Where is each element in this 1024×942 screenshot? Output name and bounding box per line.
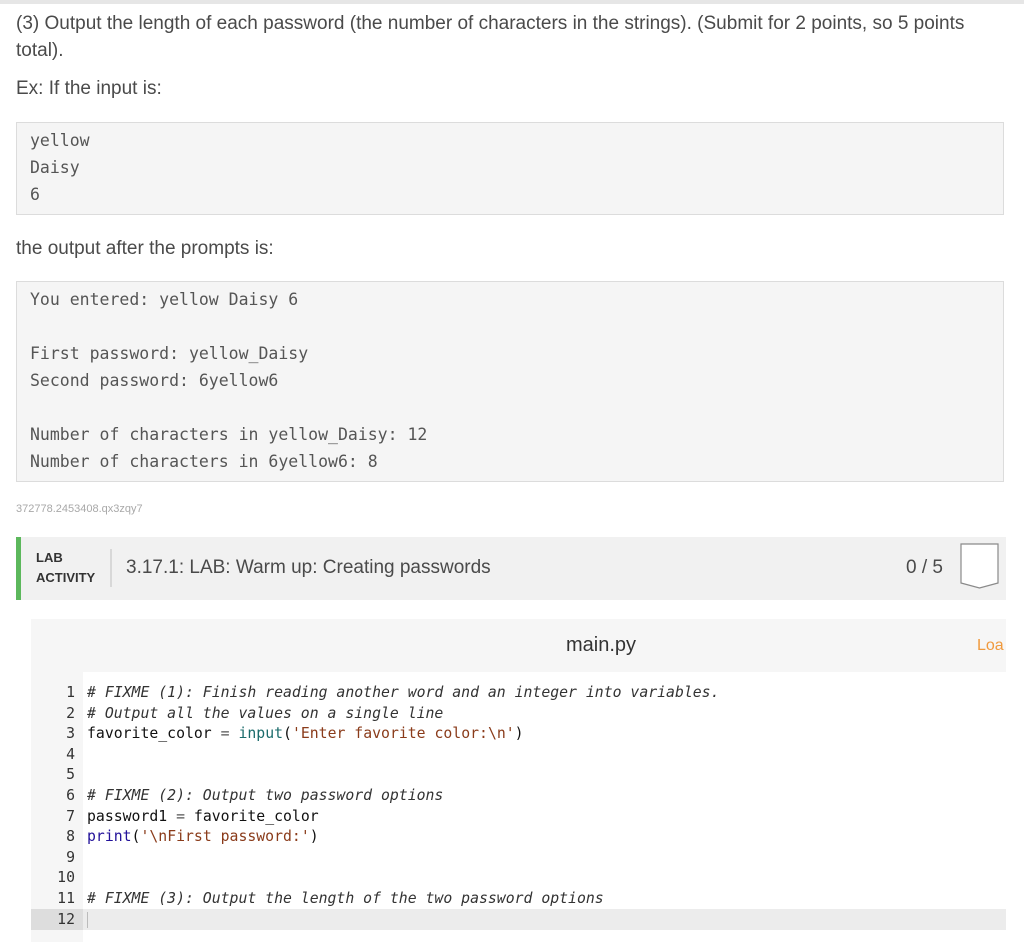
output-line: Number of characters in yellow_Daisy: 12 — [30, 425, 428, 444]
line-number: 9 — [66, 848, 75, 866]
code-line[interactable]: 7 password1 = favorite_color — [31, 806, 1006, 827]
example-output-box: You entered: yellow Daisy 6 First passwo… — [16, 281, 1004, 482]
lab-title: 3.17.1: LAB: Warm up: Creating passwords — [126, 557, 491, 578]
line-number: 3 — [66, 725, 75, 743]
line-number: 2 — [66, 704, 75, 722]
code-editor: main.py Loa 1 # FIXME (1): Finish reading… — [31, 619, 1006, 942]
top-divider — [0, 0, 1024, 4]
code-line[interactable]: 8 print('\nFirst password:') — [31, 826, 1006, 847]
text-cursor — [87, 911, 88, 928]
output-line: First password: yellow_Daisy — [30, 344, 309, 363]
code-line[interactable]: 4 — [31, 744, 1006, 765]
code-line[interactable]: 11 # FIXME (3): Output the length of the … — [31, 888, 1006, 909]
reference-id: 372778.2453408.qx3zqy7 — [16, 503, 143, 515]
example-label: Ex: If the input is: — [16, 78, 162, 99]
load-default-link[interactable]: Loa — [977, 637, 1004, 655]
code-text[interactable]: # FIXME (2): Output two password options — [87, 785, 443, 806]
output-line: You entered: yellow Daisy 6 — [30, 290, 299, 309]
line-number: 10 — [57, 869, 75, 887]
input-line: yellow — [30, 131, 90, 150]
line-number: 11 — [57, 890, 75, 907]
file-tab-main[interactable]: main.py — [566, 634, 636, 657]
code-line[interactable]: 2 # Output all the values on a single lin… — [31, 703, 1006, 724]
code-text[interactable]: # FIXME (1): Finish reading another word… — [87, 682, 720, 703]
completion-badge-icon — [960, 543, 999, 589]
line-number: 6 — [66, 787, 75, 804]
code-line[interactable]: 3 favorite_color = input('Enter favorite … — [31, 723, 1006, 744]
line-number: 12 — [31, 908, 83, 930]
output-line: Second password: 6yellow6 — [30, 371, 279, 390]
line-number: 7 — [66, 807, 75, 825]
code-text[interactable]: password1 = favorite_color — [87, 806, 319, 827]
header-separator — [110, 549, 112, 587]
code-line[interactable]: 1 # FIXME (1): Finish reading another wor… — [31, 682, 1006, 703]
code-text[interactable]: # FIXME (3): Output the length of the tw… — [87, 888, 604, 909]
line-number: 5 — [66, 766, 75, 784]
code-text[interactable]: print('\nFirst password:') — [87, 826, 319, 847]
input-line: 6 — [30, 185, 40, 204]
lab-activity-header: LAB ACTIVITY 3.17.1: LAB: Warm up: Creat… — [16, 537, 1006, 600]
output-label: the output after the prompts is: — [16, 238, 274, 259]
lab-tag-line2: ACTIVITY — [36, 570, 96, 585]
code-line[interactable]: 9 — [31, 847, 1006, 868]
code-line[interactable]: 5 — [31, 764, 1006, 785]
lab-tag-line1: LAB — [36, 550, 63, 565]
instruction-part3: (3) Output the length of each password (… — [16, 13, 965, 61]
example-input-box: yellow Daisy 6 — [16, 122, 1004, 215]
active-line-highlight — [83, 908, 1006, 930]
line-number: 4 — [66, 745, 75, 763]
line-number: 8 — [66, 828, 75, 846]
input-line: Daisy — [30, 158, 80, 177]
code-area[interactable]: 1 # FIXME (1): Finish reading another wor… — [31, 672, 1006, 942]
lab-score: 0 / 5 — [906, 557, 943, 578]
output-line: Number of characters in 6yellow6: 8 — [30, 452, 378, 471]
code-line[interactable]: 6 # FIXME (2): Output two password option… — [31, 785, 1006, 806]
code-line[interactable]: 12 — [31, 908, 1006, 930]
code-line[interactable]: 10 — [31, 867, 1006, 888]
code-text[interactable]: favorite_color = input('Enter favorite c… — [87, 723, 524, 744]
lab-activity-tag: LAB ACTIVITY — [36, 548, 95, 588]
line-number: 1 — [66, 684, 75, 701]
code-text[interactable]: # Output all the values on a single line — [87, 703, 443, 724]
